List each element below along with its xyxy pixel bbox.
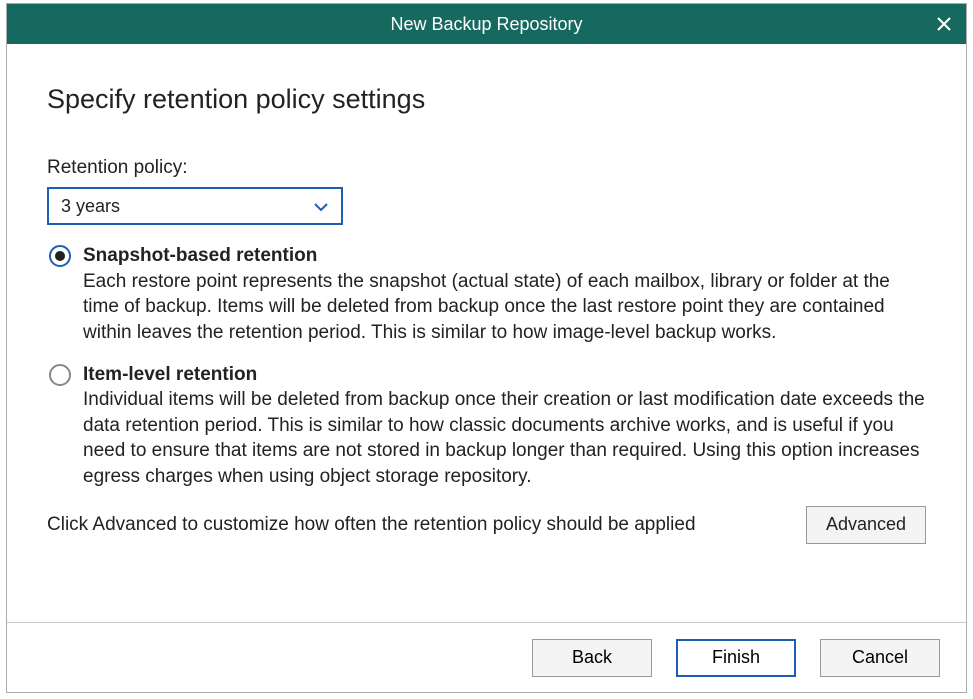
retention-label: Retention policy: [47, 157, 926, 179]
radio-dot-icon [55, 251, 65, 261]
retention-select[interactable]: 3 years [47, 187, 343, 225]
close-button[interactable] [932, 12, 956, 36]
radio-title: Item-level retention [83, 364, 257, 385]
close-icon [936, 16, 952, 32]
retention-select-value: 3 years [61, 196, 120, 217]
page-heading: Specify retention policy settings [47, 84, 926, 115]
radio-icon [49, 245, 71, 267]
advanced-row: Click Advanced to customize how often th… [47, 506, 926, 544]
radio-desc: Individual items will be deleted from ba… [83, 389, 925, 487]
radio-icon [49, 364, 71, 386]
radio-text: Snapshot-based retention Each restore po… [83, 243, 926, 346]
advanced-hint: Click Advanced to customize how often th… [47, 514, 696, 536]
dialog-footer: Back Finish Cancel [7, 622, 966, 692]
retention-select-wrap: 3 years [47, 187, 343, 225]
retention-radio-group: Snapshot-based retention Each restore po… [49, 243, 926, 490]
dialog-window: New Backup Repository Specify retention … [6, 3, 967, 693]
radio-text: Item-level retention Individual items wi… [83, 362, 926, 490]
radio-item-level[interactable]: Item-level retention Individual items wi… [49, 362, 926, 490]
advanced-button[interactable]: Advanced [806, 506, 926, 544]
cancel-button[interactable]: Cancel [820, 639, 940, 677]
content-area: Specify retention policy settings Retent… [7, 44, 966, 622]
chevron-down-icon [313, 196, 329, 217]
radio-desc: Each restore point represents the snapsh… [83, 271, 890, 343]
radio-title: Snapshot-based retention [83, 245, 317, 266]
window-title: New Backup Repository [390, 14, 582, 35]
radio-snapshot-based[interactable]: Snapshot-based retention Each restore po… [49, 243, 926, 346]
titlebar: New Backup Repository [7, 4, 966, 44]
finish-button[interactable]: Finish [676, 639, 796, 677]
back-button[interactable]: Back [532, 639, 652, 677]
